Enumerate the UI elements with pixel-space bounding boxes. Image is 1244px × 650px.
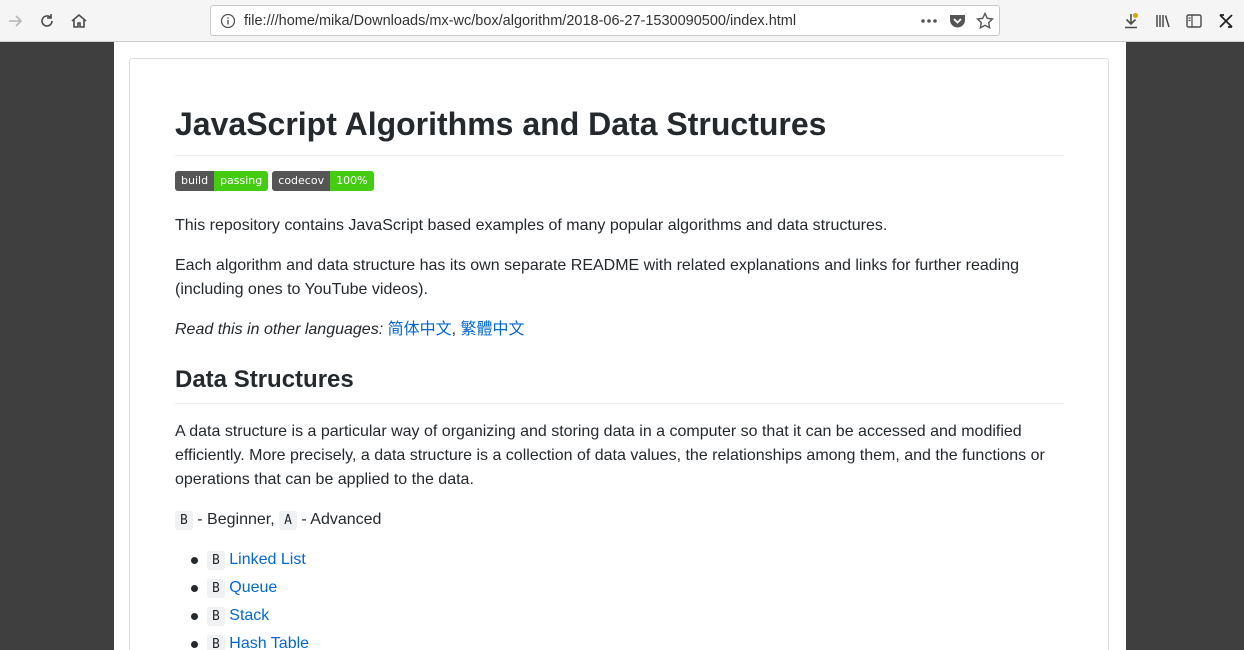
list-item: B Queue — [175, 576, 1064, 604]
level-code: B — [207, 551, 225, 570]
item-link[interactable]: Stack — [229, 607, 269, 624]
intro-paragraph-2: Each algorithm and data structure has it… — [175, 257, 1019, 298]
forward-icon[interactable] — [3, 8, 29, 34]
library-icon[interactable] — [1150, 8, 1176, 34]
item-link[interactable]: Queue — [229, 579, 277, 596]
languages-label: Read this in other languages: — [175, 321, 384, 338]
bullet — [191, 641, 198, 648]
reload-icon[interactable] — [34, 8, 60, 34]
section-description: A data structure is a particular way of … — [175, 423, 1045, 488]
bullet — [191, 585, 198, 592]
section-title: Data Structures — [175, 365, 1064, 404]
url-bar[interactable]: file:///home/mika/Downloads/mx-wc/box/al… — [210, 5, 1000, 36]
badge-value: 100% — [330, 171, 374, 191]
badge-value: passing — [214, 171, 269, 191]
badge-label: codecov — [272, 171, 331, 191]
readme-article: JavaScript Algorithms and Data Structure… — [129, 58, 1109, 650]
page-margin-left — [0, 42, 114, 650]
list-item: B Hash Table — [175, 632, 1064, 650]
badge-label: build — [175, 171, 215, 191]
pocket-icon[interactable] — [947, 11, 967, 31]
data-structures-list: B Linked List B Queue B Stack B Hash Tab… — [175, 548, 1064, 650]
item-link[interactable]: Hash Table — [229, 635, 309, 650]
url-text[interactable]: file:///home/mika/Downloads/mx-wc/box/al… — [244, 13, 796, 29]
bullet — [191, 613, 198, 620]
badges: build passing codecov 100% — [175, 171, 374, 191]
sidebar-icon[interactable] — [1181, 8, 1207, 34]
level-legend: B - Beginner, A - Advanced — [175, 508, 1064, 533]
page-viewport: JavaScript Algorithms and Data Structure… — [114, 42, 1126, 650]
info-icon[interactable] — [219, 12, 237, 30]
level-code: B — [207, 579, 225, 598]
level-code: A — [279, 511, 297, 530]
page-margin-right — [1126, 42, 1244, 650]
extension-icon[interactable] — [1213, 8, 1239, 34]
languages-paragraph: Read this in other languages: 简体中文, 繁體中文 — [175, 318, 1064, 342]
more-icon[interactable] — [919, 11, 939, 31]
level-code: B — [207, 635, 225, 650]
lang-link-zh-tw[interactable]: 繁體中文 — [461, 321, 525, 338]
bullet — [191, 557, 198, 564]
level-code: B — [175, 511, 193, 530]
home-icon[interactable] — [66, 8, 92, 34]
bookmark-star-icon[interactable] — [975, 11, 995, 31]
intro-paragraph: This repository contains JavaScript base… — [175, 217, 888, 234]
page-title: JavaScript Algorithms and Data Structure… — [175, 103, 1064, 156]
level-code: B — [207, 607, 225, 626]
browser-toolbar: file:///home/mika/Downloads/mx-wc/box/al… — [0, 0, 1244, 42]
lang-separator: , — [451, 321, 457, 338]
legend-text: - Advanced — [296, 511, 382, 528]
codecov-badge[interactable]: codecov 100% — [272, 171, 374, 191]
list-item: B Linked List — [175, 548, 1064, 576]
item-link[interactable]: Linked List — [229, 551, 306, 568]
list-item: B Stack — [175, 604, 1064, 632]
downloads-icon[interactable] — [1118, 8, 1144, 34]
build-badge[interactable]: build passing — [175, 171, 269, 191]
lang-link-zh-cn[interactable]: 简体中文 — [388, 321, 452, 338]
legend-text: - Beginner, — [192, 511, 280, 528]
